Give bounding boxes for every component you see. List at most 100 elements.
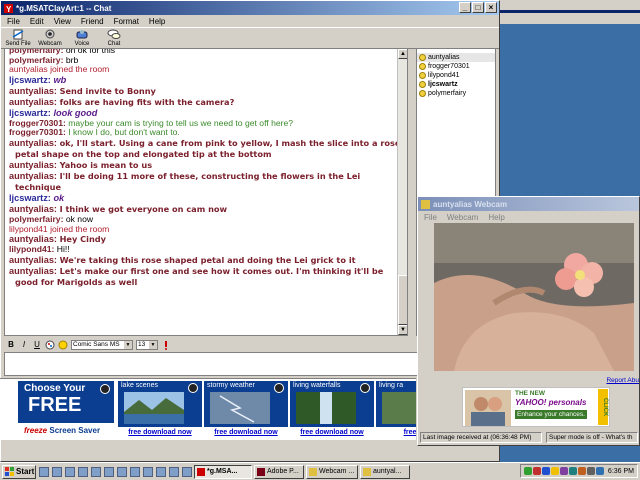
user-list-item[interactable]: frogger70301 — [417, 62, 495, 71]
ad-tile-partial[interactable]: living ra free dow — [376, 381, 416, 439]
menu-format[interactable]: Format — [114, 17, 139, 26]
chat-text: good for Marigolds as well — [15, 276, 138, 287]
download-link[interactable]: free download now — [290, 427, 374, 439]
chat-text: I know I do, but don't want to. — [68, 127, 180, 138]
chat-text: Send invite to Bonny — [59, 85, 156, 96]
chat-message: good for Marigolds as well — [5, 277, 407, 288]
scroll-up-arrow[interactable]: ▲ — [398, 49, 407, 59]
close-button[interactable]: × — [485, 2, 497, 13]
chat-nick: auntyalias: — [9, 170, 57, 181]
quick-launch-icon[interactable] — [156, 466, 166, 477]
tray-icon[interactable] — [559, 467, 568, 475]
chat-text: brb — [65, 54, 79, 65]
download-link[interactable]: free download now — [204, 427, 288, 439]
chat-text: We're taking this rose shaped petal and … — [59, 254, 356, 265]
webcam-video-feed — [434, 223, 634, 371]
quick-launch-icon[interactable] — [130, 466, 140, 477]
chat-message: auntyalias: We're taking this rose shape… — [5, 255, 407, 266]
menu-friend[interactable]: Friend — [81, 17, 104, 26]
yahoo-ad-click[interactable]: CLICK — [598, 389, 608, 425]
tray-icon[interactable] — [568, 467, 577, 475]
bold-button[interactable]: B — [6, 340, 16, 350]
start-button[interactable]: Start — [2, 464, 36, 479]
ad-tile-lake[interactable]: lake scenes free download now — [118, 381, 202, 439]
report-abuse-link[interactable]: Report Abu — [606, 377, 639, 384]
tray-icon[interactable] — [532, 467, 541, 475]
yahoo-personals-ad[interactable]: THE NEW YAHOO! personals Enhance your ch… — [462, 387, 610, 427]
adobe-icon — [257, 467, 265, 476]
font-select[interactable]: Comic Sans MS ▼ — [71, 339, 133, 350]
chat-text: look good — [53, 107, 98, 118]
tray-icon[interactable] — [586, 467, 595, 475]
quick-launch-icon[interactable] — [104, 466, 114, 477]
taskbar-chat-button[interactable]: *g.MSA... — [194, 464, 252, 479]
color-palette-icon[interactable] — [45, 340, 55, 350]
arrow-up-icon — [188, 383, 198, 393]
chat-log[interactable]: polymerfairy: oh ok for this polymerfairy… — [4, 48, 408, 336]
scroll-thumb[interactable] — [398, 275, 407, 325]
menu-help[interactable]: Help — [149, 17, 165, 26]
user-list-item[interactable]: ljcswartz — [417, 80, 495, 89]
maximize-button[interactable]: □ — [472, 2, 484, 13]
italic-button[interactable]: I — [19, 340, 29, 350]
chat-text: ok — [53, 192, 65, 203]
scenery-image — [382, 392, 416, 424]
download-link[interactable]: free download now — [118, 427, 202, 439]
ad-brand: freeze — [24, 426, 48, 435]
chat-nick: auntyalias: — [9, 203, 57, 214]
webcam-button[interactable]: Webcam — [35, 28, 65, 48]
tray-icon[interactable] — [550, 467, 559, 475]
webcam-menu-webcam[interactable]: Webcam — [447, 213, 478, 222]
webcam-titlebar[interactable]: auntyalias Webcam — [418, 197, 639, 211]
taskbar-adobe-button[interactable]: Adobe P... — [254, 464, 304, 479]
font-size-select[interactable]: 13 ▼ — [136, 339, 158, 350]
tray-icon[interactable] — [523, 467, 532, 475]
ad-tile-waterfalls[interactable]: living waterfalls free download now — [290, 381, 374, 439]
ad-tile-stormy[interactable]: stormy weather free download now — [204, 381, 288, 439]
tray-icon[interactable] — [595, 467, 604, 475]
chat-nick: ljcswartz: — [9, 107, 51, 118]
quick-launch-icon[interactable] — [65, 466, 75, 477]
chat-message: auntyalias: folks are having fits with t… — [5, 97, 407, 108]
tray-icon[interactable] — [577, 467, 586, 475]
buzz-icon[interactable] — [161, 340, 171, 350]
quick-launch-icon[interactable] — [91, 466, 101, 477]
webcam-menu-help[interactable]: Help — [488, 213, 504, 222]
quick-launch-icon[interactable] — [78, 466, 88, 477]
minimize-button[interactable]: _ — [459, 2, 471, 13]
user-status-icon — [419, 90, 426, 97]
chat-text: petal shape on the top and elongated tip… — [15, 148, 272, 159]
webcam-menu-file[interactable]: File — [424, 213, 437, 222]
quick-launch-icon[interactable] — [117, 466, 127, 477]
chat-button[interactable]: Chat — [99, 28, 129, 48]
taskbar-webcam-button[interactable]: Webcam ... — [306, 464, 358, 479]
chat-titlebar[interactable]: Y *g.MSATClayArt:1 -- Chat _ □ × — [1, 1, 499, 15]
tray-icon[interactable] — [541, 467, 550, 475]
screensaver-ad[interactable]: Choose Your FREE freeze Screen Saver — [18, 381, 114, 439]
ad-banner[interactable]: Choose Your FREE freeze Screen Saver lak… — [0, 378, 416, 440]
quick-launch-icon[interactable] — [182, 466, 192, 477]
smiley-icon[interactable] — [58, 340, 68, 350]
menu-view[interactable]: View — [54, 17, 71, 26]
quick-launch-icon[interactable] — [143, 466, 153, 477]
send-file-button[interactable]: Send File — [3, 28, 33, 48]
taskbar-auntyalias-button[interactable]: auntyal... — [360, 464, 410, 479]
user-name: frogger70301 — [428, 63, 470, 70]
chat-message: auntyalias: ok, I'll start. Using a cane… — [5, 138, 407, 149]
quick-launch-icon[interactable] — [52, 466, 62, 477]
quick-launch-icon[interactable] — [39, 466, 49, 477]
user-list-item[interactable]: lilypond41 — [417, 71, 495, 80]
user-list-item[interactable]: polymerfairy — [417, 89, 495, 98]
user-list-item[interactable]: auntyalias — [417, 53, 495, 62]
voice-button[interactable]: Voice — [67, 28, 97, 48]
quick-launch-icon[interactable] — [169, 466, 179, 477]
chat-text: Hey Cindy — [59, 234, 106, 245]
chat-message: auntyalias joined the room — [5, 64, 407, 75]
scroll-down-arrow[interactable]: ▼ — [398, 325, 407, 335]
menu-edit[interactable]: Edit — [30, 17, 44, 26]
underline-button[interactable]: U — [32, 340, 42, 350]
chat-scrollbar[interactable]: ▲ ▼ — [397, 49, 407, 335]
download-link[interactable]: free dow — [376, 427, 416, 439]
menu-file[interactable]: File — [7, 17, 20, 26]
chat-nick: auntyalias: — [9, 137, 57, 148]
